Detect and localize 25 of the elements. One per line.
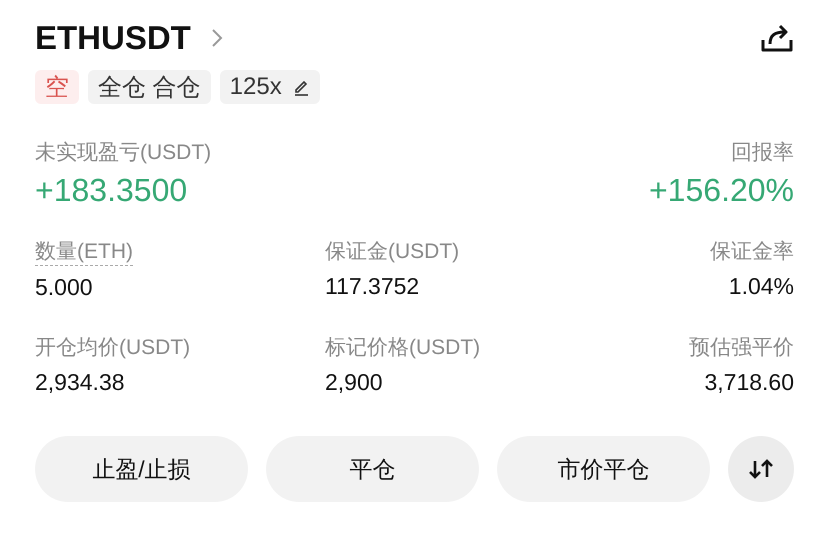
stat-label: 预估强平价 bbox=[689, 335, 794, 361]
stat-label[interactable]: 数量(ETH) bbox=[35, 237, 133, 266]
action-button[interactable]: 平仓 bbox=[266, 436, 479, 502]
stat-value: 2,900 bbox=[325, 369, 383, 396]
action-button[interactable]: 市价平仓 bbox=[497, 436, 710, 502]
roe-label: 回报率 bbox=[731, 140, 794, 166]
margin-mode-tag: 全仓 合仓 bbox=[88, 70, 211, 104]
symbol-title[interactable]: ETHUSDT bbox=[35, 19, 191, 57]
leverage-tag[interactable]: 125x bbox=[220, 70, 320, 104]
share-icon[interactable] bbox=[760, 22, 794, 54]
stat-label: 开仓均价(USDT) bbox=[35, 335, 190, 361]
stat-value: 117.3752 bbox=[325, 273, 420, 300]
roe-value: +156.20% bbox=[648, 172, 794, 209]
pnl-label: 未实现盈亏(USDT) bbox=[35, 140, 212, 166]
stat-value: 5.000 bbox=[35, 274, 93, 301]
stat-label: 保证金率 bbox=[710, 239, 794, 265]
stat-value: 2,934.38 bbox=[35, 369, 125, 396]
chevron-right-icon[interactable] bbox=[210, 28, 223, 48]
action-button[interactable]: 止盈/止损 bbox=[35, 436, 248, 502]
stat-value: 3,718.60 bbox=[704, 369, 794, 396]
side-tag: 空 bbox=[35, 70, 79, 104]
pnl-value: +183.3500 bbox=[35, 172, 188, 209]
stat-value: 1.04% bbox=[728, 273, 794, 300]
stat-label: 标记价格(USDT) bbox=[325, 335, 480, 361]
stat-label: 保证金(USDT) bbox=[325, 239, 460, 265]
